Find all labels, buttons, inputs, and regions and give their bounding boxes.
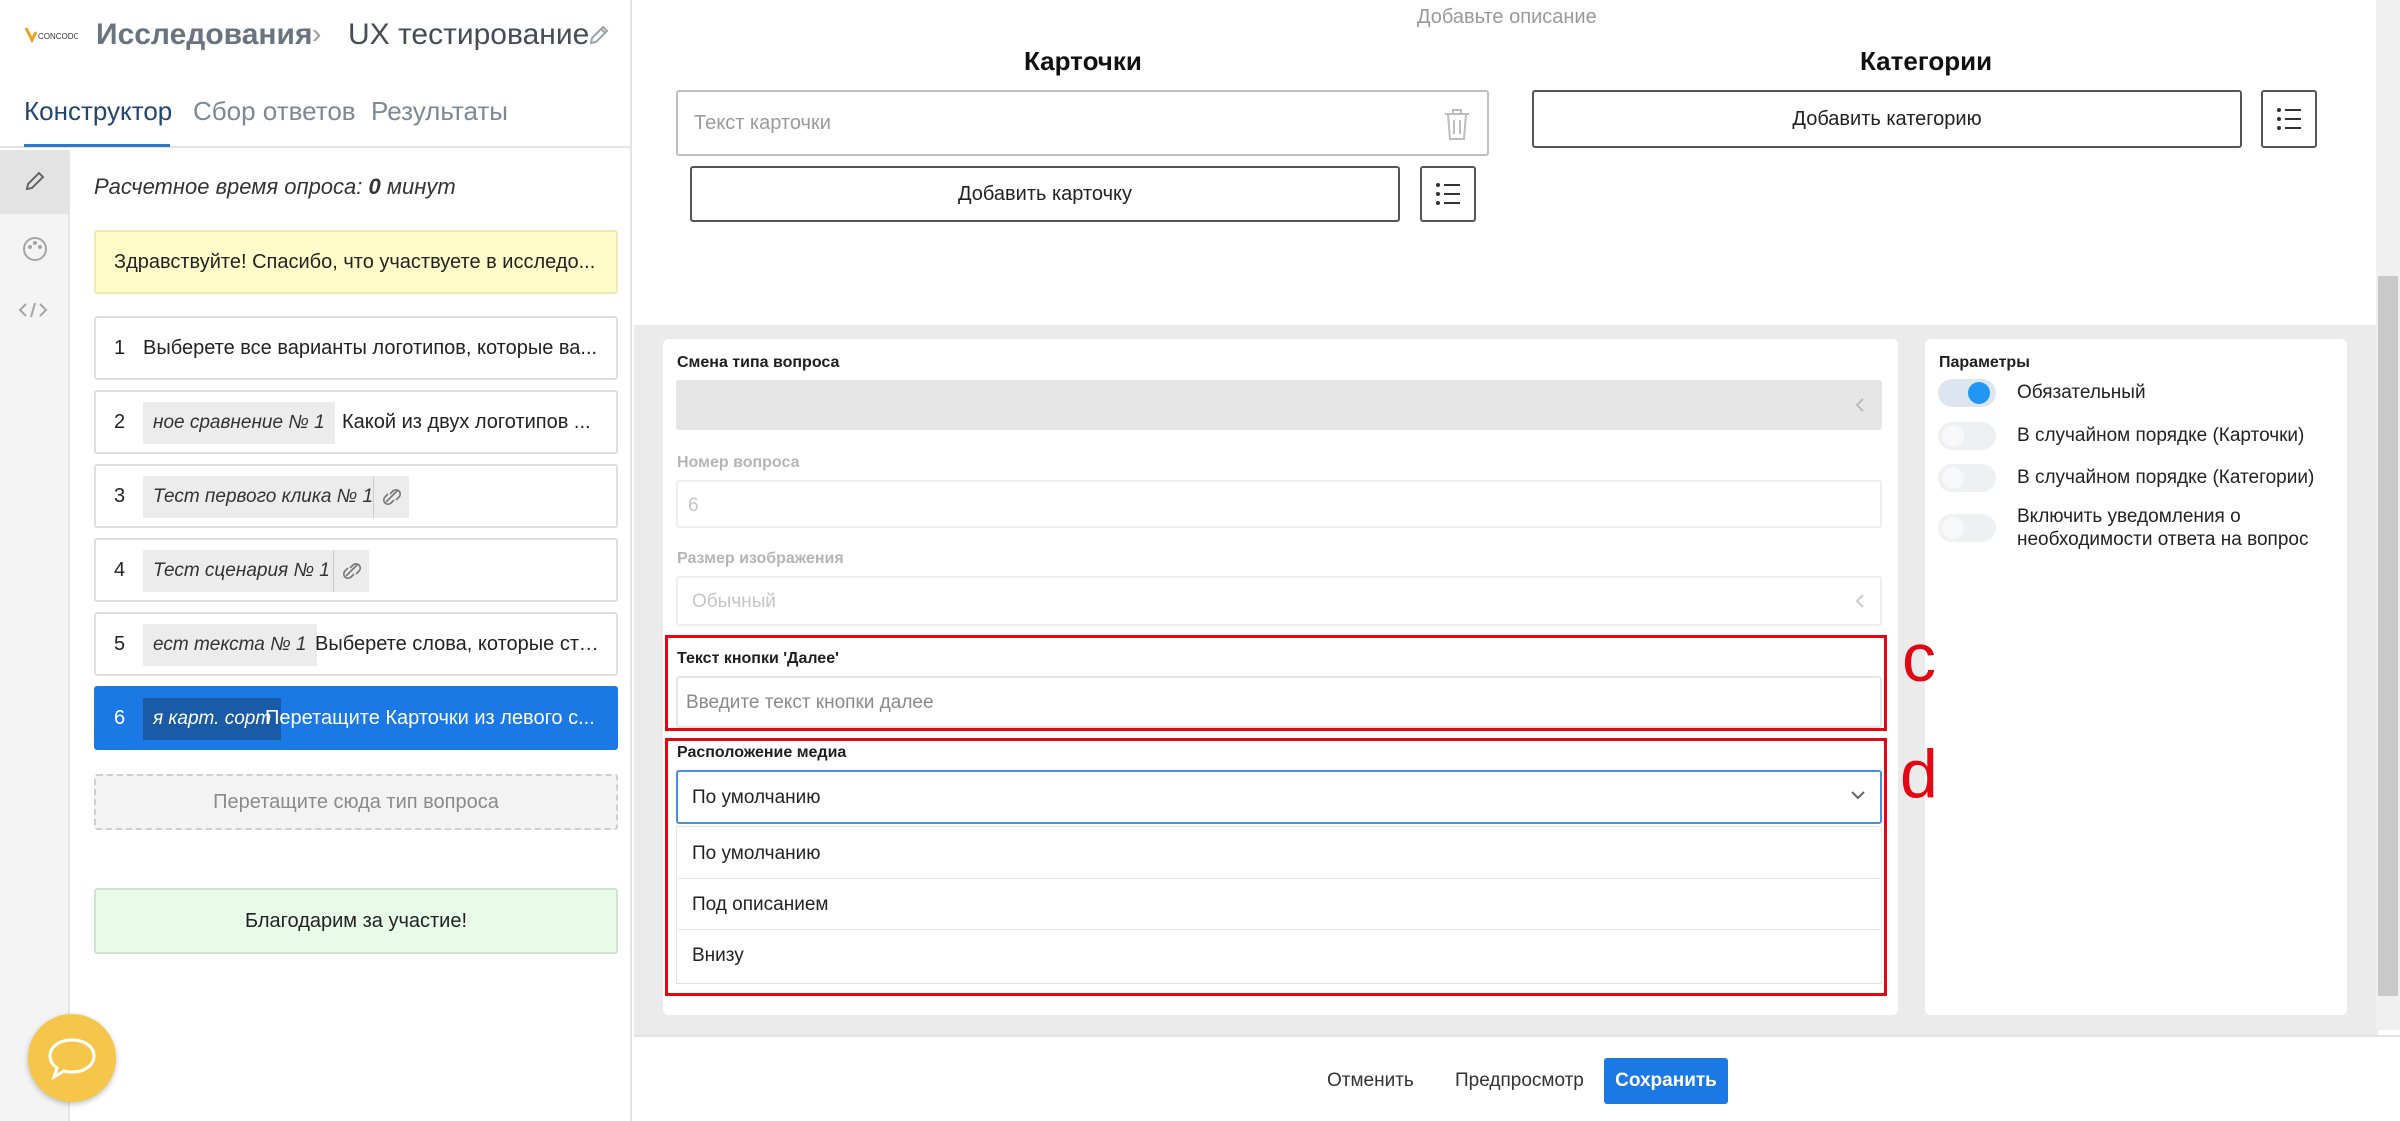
- required-toggle[interactable]: [1938, 379, 1996, 407]
- scrollbar-thumb[interactable]: [2378, 276, 2398, 996]
- add-category-button[interactable]: Добавить категорию: [1532, 90, 2242, 148]
- tab-constructor[interactable]: Конструктор: [24, 96, 172, 127]
- chevron-left-icon: [1854, 593, 1866, 609]
- annotation-box-d: [665, 738, 1887, 996]
- tab-results[interactable]: Результаты: [371, 96, 508, 127]
- breadcrumb-separator: ›: [312, 18, 322, 49]
- svg-text:CONCODO: CONCODO: [38, 32, 78, 41]
- question-type-label: Смена типа вопроса: [677, 354, 840, 371]
- list-icon[interactable]: [2261, 90, 2317, 148]
- tab-bar: Конструктор Сбор ответов Результаты: [0, 72, 632, 148]
- question-card[interactable]: 3 Тест первого клика № 1: [94, 464, 618, 528]
- card-text-input[interactable]: Текст карточки: [676, 90, 1489, 156]
- cards-header: Карточки: [1024, 46, 1142, 76]
- image-size-select[interactable]: Обычный: [676, 576, 1882, 626]
- link-icon[interactable]: [333, 550, 369, 592]
- image-size-label: Размер изображения: [677, 550, 844, 567]
- categories-header: Категории: [1860, 46, 1993, 76]
- question-type-tag: я карт. сорт: [143, 698, 282, 740]
- chat-button[interactable]: [28, 1014, 116, 1102]
- add-card-button[interactable]: Добавить карточку: [690, 166, 1400, 222]
- question-card[interactable]: 2 ное сравнение № 1 Какой из двух логоти…: [94, 390, 618, 454]
- random-cards-toggle[interactable]: [1938, 422, 1996, 450]
- question-type-tag: ное сравнение № 1: [143, 402, 335, 444]
- question-type-select[interactable]: [676, 380, 1882, 430]
- active-tab-indicator: [24, 144, 170, 147]
- drop-zone[interactable]: Перетащите сюда тип вопроса: [94, 774, 618, 830]
- chevron-left-icon: [1854, 397, 1866, 413]
- trash-icon[interactable]: [1441, 106, 1473, 142]
- study-title: UX тестирование: [348, 18, 590, 51]
- question-card[interactable]: 5 ест текста № 1 Выберете слова, которые…: [94, 612, 618, 676]
- welcome-card[interactable]: Здравствуйте! Спасибо, что участвуете в …: [94, 230, 618, 294]
- question-type-tag: ест текста № 1: [143, 624, 317, 666]
- notify-toggle[interactable]: [1938, 514, 1996, 542]
- annotation-label-c: c: [1902, 620, 1936, 696]
- question-number-label: Номер вопроса: [677, 454, 800, 471]
- thanks-card[interactable]: Благодарим за участие!: [94, 888, 618, 954]
- preview-button[interactable]: Предпросмотр: [1455, 1070, 1584, 1092]
- top-bar: CONCODO Исследования › UX тестирование: [0, 0, 632, 72]
- tab-responses[interactable]: Сбор ответов: [193, 96, 356, 127]
- pencil-icon[interactable]: [588, 24, 610, 46]
- code-icon[interactable]: [18, 300, 48, 320]
- question-card[interactable]: 4 Тест сценария № 1: [94, 538, 618, 602]
- welcome-text: Здравствуйте! Спасибо, что участвуете в …: [114, 251, 596, 273]
- annotation-label-d: d: [1900, 736, 1938, 812]
- random-categories-toggle[interactable]: [1938, 464, 1996, 492]
- question-type-tag: Тест первого клика № 1: [143, 476, 384, 518]
- page-title[interactable]: Исследования: [96, 18, 312, 52]
- question-card-selected[interactable]: 6 я карт. сорт Перетащите Карточки из ле…: [94, 686, 618, 750]
- question-card[interactable]: 1 Выберете все варианты логотипов, котор…: [94, 316, 618, 380]
- description-hint[interactable]: Добавьте описание: [1417, 6, 1597, 29]
- list-icon[interactable]: [1420, 166, 1476, 222]
- tool-column: [0, 150, 70, 1121]
- notify-label: Включить уведомления о необходимости отв…: [2017, 506, 2309, 550]
- question-type-tag: Тест сценария № 1: [143, 550, 340, 592]
- parameters-title: Параметры: [1939, 354, 2030, 371]
- cancel-button[interactable]: Отменить: [1327, 1070, 1414, 1092]
- chat-icon: [48, 1038, 96, 1081]
- save-button[interactable]: Сохранить: [1604, 1058, 1728, 1104]
- pencil-icon[interactable]: [24, 170, 46, 192]
- link-icon[interactable]: [373, 476, 409, 518]
- required-label: Обязательный: [2017, 382, 2146, 403]
- estimated-time: Расчетное время опроса: 0 минут: [94, 174, 456, 199]
- random-categories-label: В случайном порядке (Категории): [2017, 467, 2315, 488]
- concodo-logo[interactable]: CONCODO: [24, 22, 78, 46]
- annotation-box-c: [665, 635, 1887, 731]
- random-cards-label: В случайном порядке (Карточки): [2017, 425, 2305, 446]
- question-number-input[interactable]: 6: [676, 480, 1882, 528]
- palette-icon[interactable]: [22, 236, 48, 262]
